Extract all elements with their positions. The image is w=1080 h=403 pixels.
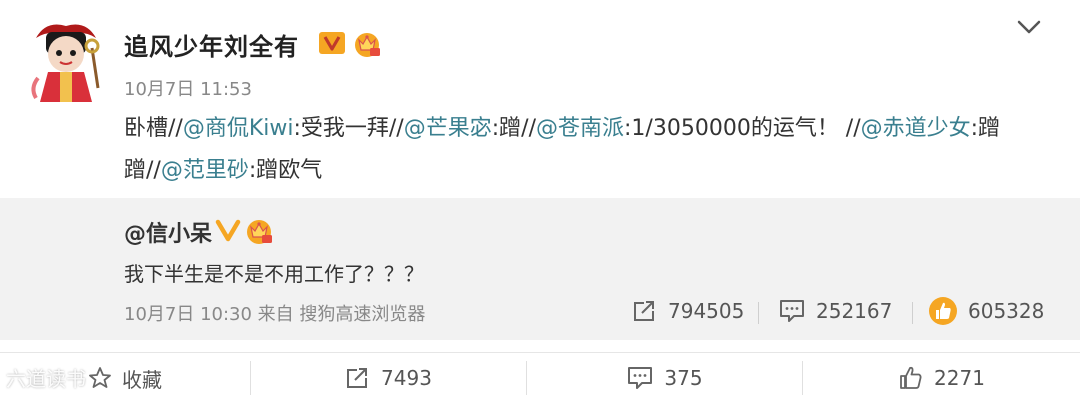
post-time: 10月7日 11:53: [124, 79, 252, 100]
favorite-button[interactable]: 收藏: [0, 353, 250, 403]
comment-count: 252167: [816, 299, 893, 323]
like-icon: [900, 366, 922, 389]
content-text: :蹭//: [491, 116, 536, 141]
favorite-label: 收藏: [122, 367, 162, 392]
content-text: 卧槽//: [124, 116, 183, 141]
comment-icon: [780, 300, 804, 322]
repost-button[interactable]: 7493: [251, 353, 526, 403]
like-icon: [929, 297, 957, 325]
original-text: 我下半生是不是不用工作了？？？: [124, 262, 424, 286]
comment-button[interactable]: 375: [527, 353, 802, 403]
weibo-post: 追风少年刘全有 10月7日 11:53 卧槽//@商侃Kiwi:受我一拜//@芒…: [0, 0, 1080, 402]
comment-count: 375: [664, 366, 703, 390]
original-repost-count[interactable]: 794505: [632, 296, 744, 326]
repost-icon: [347, 368, 368, 388]
verified-v-icon: [319, 32, 345, 54]
reposted-card[interactable]: @信小呆 我下半生是不是不用工作了？？？ 10月7日 10:30 来自 搜狗高速…: [0, 198, 1080, 340]
action-bar: 收藏 7493 375 2271: [0, 352, 1080, 403]
content-text: :受我一拜//: [293, 116, 404, 141]
mention-link[interactable]: @商侃Kiwi: [183, 116, 294, 141]
original-meta: 10月7日 10:30 来自 搜狗高速浏览器: [124, 304, 426, 325]
mention-link[interactable]: @芒果宓: [404, 116, 492, 141]
like-button[interactable]: 2271: [803, 353, 1080, 403]
crown-icon: [247, 220, 272, 244]
comment-icon: [628, 367, 653, 389]
original-author-name[interactable]: @信小呆: [124, 216, 212, 248]
content-text: :1/3050000的运气！ //: [624, 116, 861, 141]
mention-link[interactable]: @苍南派: [536, 116, 624, 141]
star-icon: [89, 367, 111, 388]
author-name[interactable]: 追风少年刘全有: [124, 27, 299, 62]
like-count: 2271: [934, 366, 985, 390]
original-comment-count[interactable]: 252167: [778, 296, 892, 326]
verified-v-icon: [215, 219, 241, 242]
user-avatar[interactable]: [22, 18, 110, 106]
crown-icon: [355, 33, 380, 57]
repost-icon: [634, 301, 654, 321]
chevron-down-icon[interactable]: [1014, 16, 1044, 38]
post-content: 卧槽//@商侃Kiwi:受我一拜//@芒果宓:蹭//@苍南派:1/3050000…: [124, 108, 1054, 192]
repost-count: 7493: [381, 366, 432, 390]
mention-link[interactable]: @范里砂: [161, 158, 249, 183]
original-like-count[interactable]: 605328: [928, 296, 1044, 326]
repost-count: 794505: [668, 299, 745, 323]
content-text: :蹭欧气: [248, 158, 323, 183]
mention-link[interactable]: @赤道少女: [861, 116, 971, 141]
divider: [758, 302, 759, 324]
like-count: 605328: [968, 299, 1045, 323]
divider: [912, 302, 913, 324]
